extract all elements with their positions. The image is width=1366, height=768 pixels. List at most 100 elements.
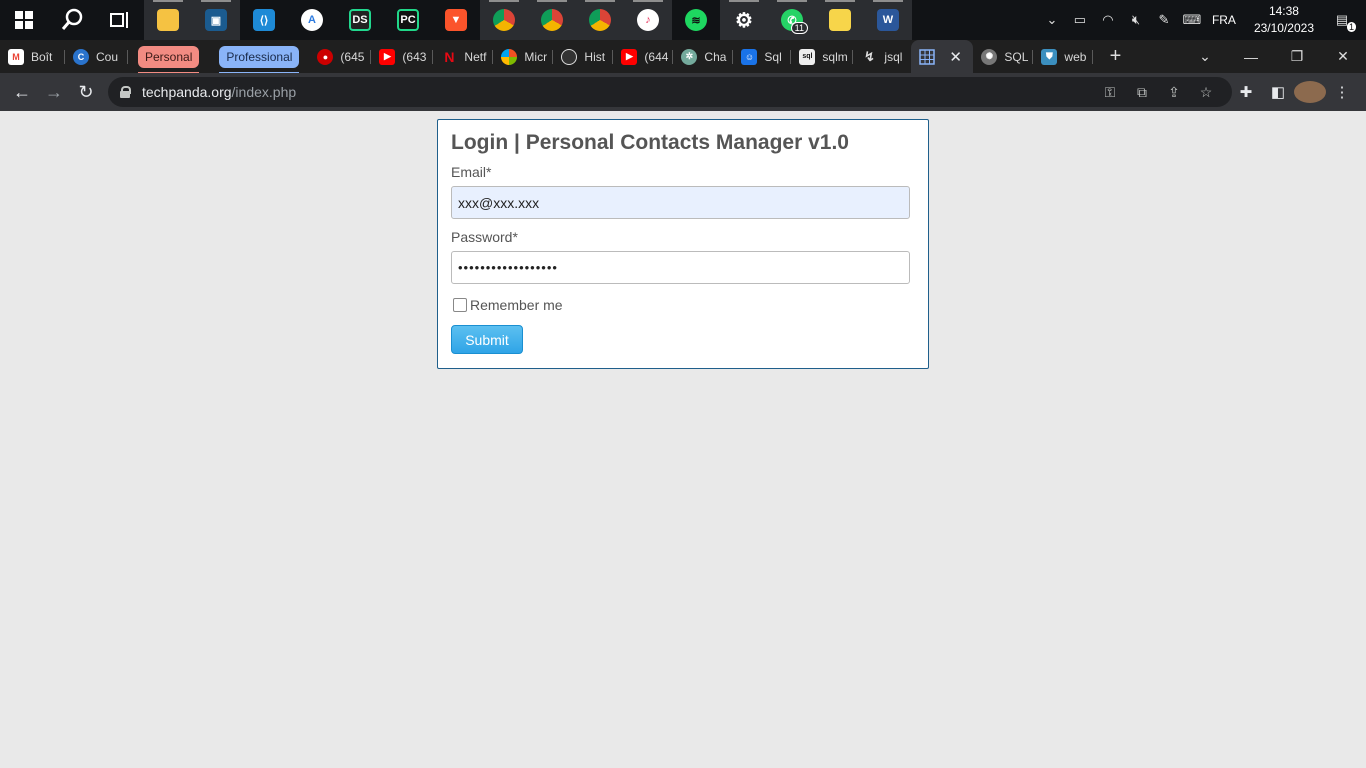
tab-label: web [1064,49,1087,64]
file-explorer-icon [157,9,179,31]
tab-web[interactable]: ⛊ web [1033,40,1094,73]
email-field[interactable]: xxx@xxx.xxx [451,186,910,219]
tab-chatgpt[interactable]: ✲ Cha [673,40,734,73]
side-panel-icon[interactable]: ◧ [1262,83,1294,101]
tab-label: jsql [884,49,903,64]
pen-icon[interactable]: ✎ [1152,12,1176,28]
virtualbox-icon: ▣ [205,9,227,31]
address-bar-actions: ⚿ ⧉ ⇪ ☆ [1094,77,1222,107]
tab-coursera[interactable]: C Cou [65,40,128,73]
minimize-button[interactable]: — [1228,49,1274,65]
toolbar-extensions: ✚ ◧ ⋮ [1230,73,1358,111]
remember-me-checkbox[interactable] [453,298,467,312]
tab-label: (645 [340,49,365,64]
tab-sql-contacts[interactable]: ☺ Sql [733,40,792,73]
tab-gmail[interactable]: M Boît [0,40,65,73]
tab-sqlmap[interactable]: sql sqlm [791,40,854,73]
avatar [1294,81,1326,103]
submit-button[interactable]: Submit [451,325,523,354]
vscode-icon: ⟨⟩ [253,9,275,31]
keyboard-icon[interactable]: ⌨ [1180,12,1204,28]
close-window-button[interactable]: ✕ [1320,48,1366,65]
chrome-profile-2-button[interactable] [528,0,576,40]
tab-group-professional[interactable]: Professional [219,45,300,74]
tab-netflix[interactable]: N Netf [433,40,494,73]
file-explorer-button[interactable] [144,0,192,40]
remember-me-label[interactable]: Remember me [470,297,563,313]
datagrip-button[interactable]: DS [336,0,384,40]
tab-sql-injection[interactable]: ✺ SQL [973,40,1034,73]
pycharm-button[interactable]: PC [384,0,432,40]
tab-label: sqlm [822,49,848,64]
windows-start-button[interactable] [0,0,48,40]
android-studio-icon: A [301,9,323,31]
bookmark-star-icon[interactable]: ☆ [1190,84,1222,101]
gmail-icon: M [8,48,24,65]
volume-muted-icon[interactable]: 🔇︎ [1124,12,1148,28]
url-host: techpanda.org [142,84,232,100]
forward-button[interactable]: → [38,82,70,103]
tab-history[interactable]: Hist [553,40,614,73]
tab-active[interactable]: ✕ [911,40,974,73]
address-bar[interactable]: techpanda.org/index.php ⚿ ⧉ ⇪ ☆ [108,77,1232,107]
password-field[interactable]: •••••••••••••••••• [451,251,910,284]
chrome-profile-1-icon [493,9,515,31]
wifi-icon[interactable]: ◠ [1096,12,1120,28]
battery-icon[interactable]: ▭ [1068,12,1092,28]
clock[interactable]: 14:38 23/10/2023 [1254,3,1314,37]
email-label: Email* [451,164,492,180]
new-tab-button[interactable]: + [1101,45,1129,68]
whatsapp-button[interactable]: ✆ 11 [768,0,816,40]
jsql-icon: ↯ [863,48,875,64]
login-panel: Login | Personal Contacts Manager v1.0 E… [437,119,929,369]
tab-youtube-live[interactable]: ● (645 [309,40,372,73]
back-button[interactable]: ← [6,82,38,103]
task-view-button[interactable] [96,0,144,40]
translate-icon[interactable]: ⧉ [1126,84,1158,101]
sticky-notes-button[interactable] [816,0,864,40]
pycharm-icon: PC [397,9,419,31]
profile-avatar[interactable] [1294,81,1326,103]
more-menu-icon[interactable]: ⋮ [1326,83,1358,101]
key-icon[interactable]: ⚿ [1094,84,1126,101]
remember-me: Remember me [453,297,563,313]
settings-button[interactable]: ⚙ [720,0,768,40]
word-button[interactable]: W [864,0,912,40]
chevron-up-icon[interactable]: ⌄ [1040,12,1064,28]
itunes-icon: ♪ [637,9,659,31]
tab-jsql[interactable]: ↯ jsql [853,40,911,73]
input-language[interactable]: FRA [1212,13,1236,27]
tab-microsoft[interactable]: Micr [493,40,554,73]
brave-button[interactable]: ▼ [432,0,480,40]
lock-icon[interactable] [120,86,131,98]
tab-label: Cou [96,49,119,64]
tab-label: Micr [524,49,548,64]
shield-icon: ⛊ [1041,48,1058,65]
restore-button[interactable]: ❐ [1274,48,1320,65]
tab-search-icon[interactable]: ⌄ [1182,48,1228,65]
tab-youtube-2[interactable]: ▶ (644 [613,40,674,73]
tab-youtube-1[interactable]: ▶ (643 [371,40,434,73]
close-tab-icon[interactable]: ✕ [949,48,962,66]
spotify-button[interactable]: ≋ [672,0,720,40]
chrome-profile-3-button[interactable] [576,0,624,40]
datagrip-icon: DS [349,9,371,31]
notification-count: 1 [1346,22,1356,32]
extensions-puzzle-icon[interactable]: ✚ [1230,83,1262,101]
android-studio-button[interactable]: A [288,0,336,40]
chrome-profile-1-button[interactable] [480,0,528,40]
reload-button[interactable]: ↻ [70,82,102,103]
gear-spinner-icon: ✺ [981,48,998,65]
tab-label: Boît [31,49,53,64]
taskbar-search-button[interactable] [48,0,96,40]
tab-group-label: Professional [226,49,293,64]
vscode-button[interactable]: ⟨⟩ [240,0,288,40]
window-controls: ⌄ — ❐ ✕ [1182,40,1366,73]
tab-group-personal[interactable]: Personal [138,45,200,74]
share-icon[interactable]: ⇪ [1158,84,1190,101]
notification-center-icon[interactable]: ▤ 1 [1330,12,1356,32]
tab-label: Sql [764,49,782,64]
virtualbox-button[interactable]: ▣ [192,0,240,40]
coursera-icon: C [73,48,89,65]
itunes-button[interactable]: ♪ [624,0,672,40]
